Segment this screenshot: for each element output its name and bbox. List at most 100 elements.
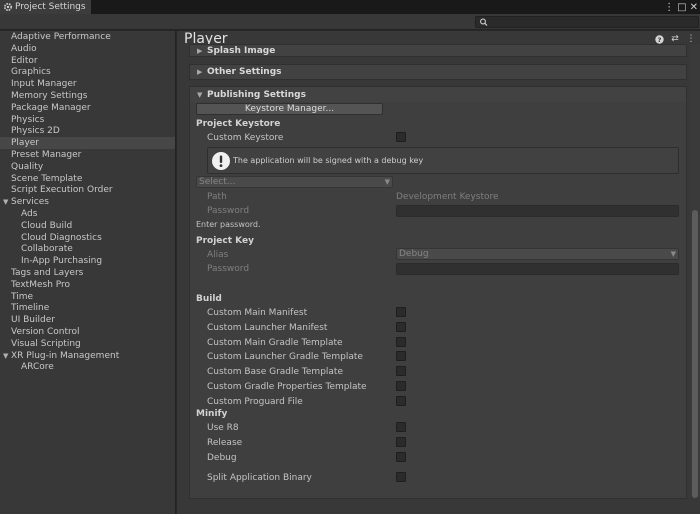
more-menu-icon[interactable]: ⋮ xyxy=(686,34,696,44)
build-option-checkbox[interactable] xyxy=(396,336,406,347)
sidebar-item[interactable]: Editor xyxy=(0,55,175,67)
player-settings-panel: Player ? ⇄ ⋮ ▶ Splash Image ▶ Other Sett… xyxy=(177,31,700,514)
sidebar-item[interactable]: Graphics xyxy=(0,66,175,78)
sidebar-item[interactable]: Package Manager xyxy=(0,102,175,114)
sidebar-item-label: Preset Manager xyxy=(11,150,82,160)
chevron-down-icon[interactable]: ▼ xyxy=(3,350,8,362)
chevron-right-icon: ▶ xyxy=(197,68,203,76)
sidebar-item[interactable]: ▼ XR Plug-in Management xyxy=(0,350,175,362)
build-heading: Build xyxy=(196,294,222,304)
split-binary-checkbox[interactable] xyxy=(396,472,406,482)
chevron-down-icon: ▼ xyxy=(197,90,203,99)
sidebar-item-label: XR Plug-in Management xyxy=(11,350,120,361)
sidebar-item[interactable]: ▼ Services xyxy=(0,196,175,208)
settings-sidebar: Adaptive Performance Audio Editor Graphics I… xyxy=(0,31,176,514)
sidebar-item-label: Time xyxy=(11,291,34,302)
keystore-password-label: Password xyxy=(207,206,250,216)
publishing-settings-foldout[interactable]: ▼ Publishing Settings xyxy=(189,86,687,102)
chevron-down-icon[interactable]: ▼ xyxy=(3,196,8,208)
build-option-checkbox[interactable] xyxy=(396,321,406,332)
keystore-manager-button[interactable]: Keystore Manager... xyxy=(196,103,383,115)
search-icon xyxy=(479,17,489,27)
sidebar-item-label: Physics xyxy=(11,114,45,125)
sidebar-item[interactable]: Script Execution Order xyxy=(0,184,175,196)
sidebar-item[interactable]: Input Manager xyxy=(0,78,175,90)
sidebar-item[interactable]: Cloud Diagnostics xyxy=(0,232,175,244)
search-input[interactable] xyxy=(475,16,699,28)
key-password-field[interactable] xyxy=(396,263,679,275)
build-option-checkbox[interactable] xyxy=(396,366,406,377)
header-icons: ? ⇄ ⋮ xyxy=(654,34,696,44)
sidebar-item-label: ARCore xyxy=(21,362,54,373)
gear-icon xyxy=(3,2,13,12)
close-icon[interactable]: ✕ xyxy=(690,2,698,13)
sidebar-item-label: Package Manager xyxy=(11,102,91,113)
sidebar-item[interactable]: Player xyxy=(0,137,175,150)
sidebar-item-label: In-App Purchasing xyxy=(21,256,103,267)
sidebar-item[interactable]: Physics xyxy=(0,114,175,126)
minify-option-checkbox[interactable] xyxy=(396,422,406,432)
project-settings-tab[interactable]: Project Settings xyxy=(0,0,92,14)
sidebar-item[interactable]: Physics 2D xyxy=(0,125,175,137)
sidebar-item[interactable]: Cloud Build xyxy=(0,220,175,232)
sidebar-item-label: Adaptive Performance xyxy=(11,32,111,42)
dropdown-value: Debug xyxy=(399,249,429,259)
sidebar-item-label: Visual Scripting xyxy=(11,338,81,349)
sidebar-item[interactable]: Time xyxy=(0,291,175,303)
sidebar-item-label: Editor xyxy=(11,55,38,66)
sidebar-item[interactable]: Ads xyxy=(0,208,175,220)
path-label: Path xyxy=(207,192,227,202)
warning-icon xyxy=(211,151,231,171)
splash-image-foldout[interactable]: ▶ Splash Image xyxy=(189,44,687,57)
sidebar-item-label: Scene Template xyxy=(11,173,83,184)
preset-icon[interactable]: ⇄ xyxy=(670,34,680,44)
build-option-checkbox[interactable] xyxy=(396,381,406,391)
sidebar-item[interactable]: Visual Scripting xyxy=(0,338,175,350)
sidebar-item-label: Memory Settings xyxy=(11,91,88,101)
sidebar-item-label: UI Builder xyxy=(11,315,55,326)
sidebar-item[interactable]: In-App Purchasing xyxy=(0,255,175,267)
sidebar-item[interactable]: Timeline xyxy=(0,302,175,314)
help-glyph: ? xyxy=(657,36,661,44)
sidebar-item-label: TextMesh Pro xyxy=(11,279,71,290)
sidebar-item-label: Tags and Layers xyxy=(11,268,84,278)
minify-option-checkbox[interactable] xyxy=(396,436,406,447)
window-menu-icon[interactable]: ⋮ xyxy=(664,2,674,13)
search-row xyxy=(0,14,700,30)
sidebar-item[interactable]: Version Control xyxy=(0,326,175,338)
sidebar-item[interactable]: Quality xyxy=(0,161,175,173)
split-binary-label: Split Application Binary xyxy=(207,473,312,483)
sidebar-item[interactable]: Scene Template xyxy=(0,173,175,185)
sidebar-item-label: Audio xyxy=(11,43,37,54)
sidebar-item[interactable]: Tags and Layers xyxy=(0,267,175,279)
keystore-select-dropdown[interactable]: Select... ▼ xyxy=(196,176,393,188)
sidebar-item[interactable]: UI Builder xyxy=(0,314,175,326)
sidebar-item[interactable]: Audio xyxy=(0,43,175,55)
minify-heading: Minify xyxy=(196,409,228,419)
build-option-checkbox[interactable] xyxy=(396,307,406,317)
minify-option-checkbox[interactable] xyxy=(396,451,406,462)
build-option-label: Custom Launcher Manifest xyxy=(207,322,328,333)
scrollbar-thumb[interactable] xyxy=(692,210,698,498)
tab-title: Project Settings xyxy=(15,2,86,12)
sidebar-item[interactable]: ARCore xyxy=(0,361,175,373)
build-option-checkbox[interactable] xyxy=(396,351,406,362)
help-icon[interactable]: ? xyxy=(654,34,664,44)
sidebar-item-label: Version Control xyxy=(11,327,80,337)
build-option-checkbox[interactable] xyxy=(396,395,406,406)
minify-option-label: Debug xyxy=(207,452,237,463)
sidebar-item-label: Ads xyxy=(21,209,38,219)
sidebar-item[interactable]: Collaborate xyxy=(0,243,175,255)
maximize-icon[interactable]: □ xyxy=(677,2,686,13)
other-settings-foldout[interactable]: ▶ Other Settings xyxy=(189,64,687,80)
sidebar-item[interactable]: Adaptive Performance xyxy=(0,31,175,43)
sidebar-item-label: Graphics xyxy=(11,67,51,78)
sidebar-item[interactable]: Memory Settings xyxy=(0,90,175,102)
keystore-password-field[interactable] xyxy=(396,205,679,217)
sidebar-item[interactable]: TextMesh Pro xyxy=(0,279,175,291)
alias-dropdown[interactable]: Debug ▼ xyxy=(396,248,679,260)
window-buttons: ⋮ □ ✕ xyxy=(664,0,698,14)
custom-keystore-checkbox[interactable] xyxy=(396,132,406,142)
foldout-label: Splash Image xyxy=(207,45,276,56)
sidebar-item[interactable]: Preset Manager xyxy=(0,149,175,161)
